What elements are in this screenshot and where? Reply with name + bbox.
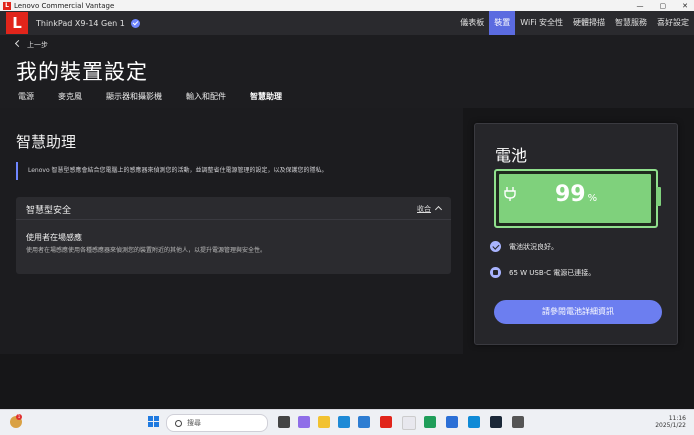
search-placeholder: 搜尋 [187,419,201,427]
page-header: 上一步 我的裝置設定 電源 麥克風 顯示器和攝影機 輸入和配件 智慧助理 [0,35,694,108]
back-label: 上一步 [27,41,48,49]
battery-percent: 99% [555,182,597,207]
app-icon-4[interactable] [512,416,524,428]
battery-title: 電池 [495,146,528,165]
taskbar-search[interactable]: 搜尋 [166,414,268,432]
window-titlebar: L Lenovo Commercial Vantage — ▢ ✕ [0,0,694,11]
window-controls: — ▢ ✕ [637,0,689,11]
mail-icon[interactable] [446,416,458,428]
top-nav: L ThinkPad X9-14 Gen 1 儀表板 裝置 WiFi 安全性 硬… [0,11,694,35]
presence-sensing-title: 使用者在場感應 [26,233,82,242]
device-name-label: ThinkPad X9-14 Gen 1 [36,18,125,28]
taskbar: 1 搜尋 11:16 2025/1/22 [0,409,694,435]
subtab-input-accessories[interactable]: 輸入和配件 [186,91,226,102]
nav-tab-smart-services[interactable]: 智慧服務 [610,11,652,35]
start-icon[interactable] [148,416,160,428]
battery-panel: 電池 99% 電池狀況良好。 65 W USB-C 電源已連接。 請參閱電池詳細… [474,123,678,345]
maximize-icon[interactable]: ▢ [660,2,667,10]
search-icon [175,419,182,427]
app-logo-icon: L [3,1,11,10]
smart-assist-section: 智慧助理 Lenovo 智慧型感應會結合您電腦上的感應器來偵測您的活動，並調整省… [0,108,463,354]
battery-health-text: 電池狀況良好。 [509,242,558,251]
battery-details-button[interactable]: 請參閱電池詳細資訊 [494,300,662,324]
back-link[interactable]: 上一步 [14,39,48,50]
nav-tab-wifi-security[interactable]: WiFi 安全性 [515,11,568,35]
collapse-label: 收合 [417,205,431,213]
nav-tab-hardware-scan[interactable]: 硬體掃描 [568,11,610,35]
file-explorer-icon[interactable] [318,416,330,428]
verified-badge-icon [131,18,141,28]
app-icon-2[interactable] [424,416,436,428]
weather-badge: 1 [16,414,22,420]
page-title: 我的裝置設定 [16,60,148,84]
chevron-left-icon [14,39,23,48]
task-view-icon[interactable] [278,416,290,428]
close-icon[interactable]: ✕ [682,2,688,10]
edge-icon[interactable] [338,416,350,428]
minimize-icon[interactable]: — [637,2,644,10]
clock-time: 11:16 [668,415,686,422]
subtab-smart-assist[interactable]: 智慧助理 [250,91,282,102]
battery-health-status: 電池狀況良好。 [490,241,558,252]
battery-tip [656,187,661,206]
battery-percent-unit: % [587,193,598,204]
collapse-button[interactable]: 收合 [417,204,443,214]
sub-tabs: 電源 麥克風 顯示器和攝影機 輸入和配件 智慧助理 [18,91,306,102]
nav-tabs: 儀表板 裝置 WiFi 安全性 硬體掃描 智慧服務 喜好設定 [455,11,694,35]
section-description: Lenovo 智慧型感應會結合您電腦上的感應器來偵測您的活動，並調整省住電源管理… [16,162,328,180]
main-area: 上一步 我的裝置設定 電源 麥克風 顯示器和攝影機 輸入和配件 智慧助理 智慧助… [0,35,694,409]
card-title: 智慧型安全 [26,206,72,216]
chevron-up-icon [434,205,443,214]
presence-sensing-description: 使用者在場感應使用各種感應器來偵測您的裝置附近的其他人，以提升電源管理與安全性。 [26,247,267,254]
system-tray-clock[interactable]: 11:16 2025/1/22 [655,415,686,429]
app-icon[interactable] [402,416,416,430]
smart-security-card: 智慧型安全 收合 使用者在場感應 使用者在場感應使用各種感應器來偵測您的裝置附近… [16,197,451,274]
steam-icon[interactable] [490,416,502,428]
check-circle-icon [490,241,501,252]
clock-date: 2025/1/22 [655,422,686,429]
nav-tab-dashboard[interactable]: 儀表板 [455,11,489,35]
vantage-taskbar-icon[interactable] [380,416,392,428]
lenovo-logo-icon[interactable]: L [6,12,28,34]
card-header: 智慧型安全 收合 [16,197,451,220]
store-icon[interactable] [358,416,370,428]
app-icon-3[interactable] [468,416,480,428]
subtab-display-camera[interactable]: 顯示器和攝影機 [106,91,162,102]
adapter-status: 65 W USB-C 電源已連接。 [490,267,595,278]
subtab-power[interactable]: 電源 [18,91,34,102]
battery-percent-value: 99 [555,182,586,207]
window-title: Lenovo Commercial Vantage [14,1,115,10]
nav-tab-preferences[interactable]: 喜好設定 [652,11,694,35]
adapter-status-text: 65 W USB-C 電源已連接。 [509,268,596,277]
device-name: ThinkPad X9-14 Gen 1 [36,18,141,28]
copilot-icon[interactable] [298,416,310,428]
section-title: 智慧助理 [16,133,77,151]
power-adapter-icon [490,267,501,278]
nav-tab-device[interactable]: 裝置 [489,11,516,35]
subtab-microphone[interactable]: 麥克風 [58,91,82,102]
plug-icon [504,187,516,201]
